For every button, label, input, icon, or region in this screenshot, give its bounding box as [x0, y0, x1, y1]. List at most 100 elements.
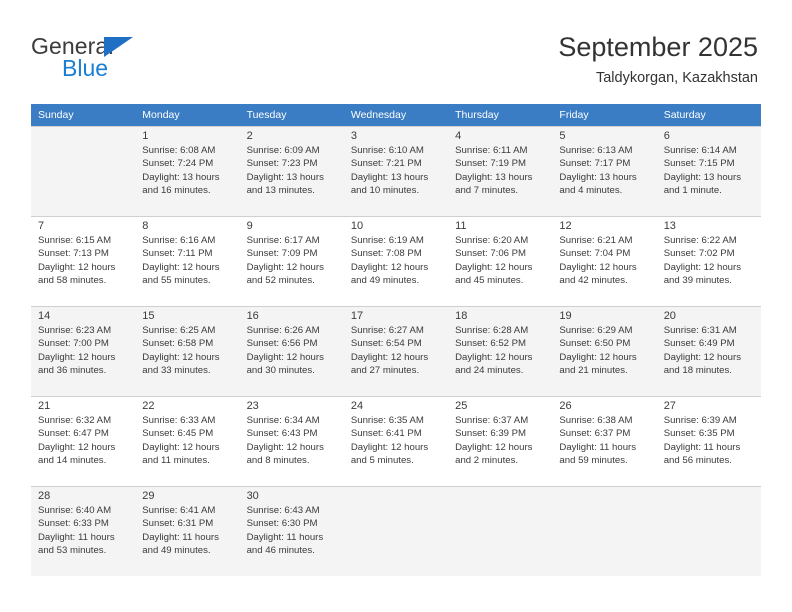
- calendar-day-cell[interactable]: 29 Sunrise: 6:41 AM Sunset: 6:31 PM Dayligh…: [135, 486, 240, 576]
- daylight-text: Daylight: 12 hours: [350, 351, 429, 363]
- sunset-text: Sunset: 7:23 PM: [246, 158, 318, 170]
- sunrise-sunset-calendar: Sunday Monday Tuesday Wednesday Thursday…: [31, 104, 761, 576]
- day-number: 7: [38, 220, 45, 232]
- sunrise-text: Sunrise: 6:31 AM: [663, 325, 737, 336]
- calendar-day-cell[interactable]: 12 Sunrise: 6:21 AM Sunset: 7:04 PM Dayligh…: [552, 216, 657, 306]
- daylight-text: and 10 minutes.: [350, 184, 420, 196]
- calendar-day-cell-empty: [552, 486, 657, 576]
- weekday-header-friday: Friday: [552, 104, 657, 126]
- day-cell-content: 12 Sunrise: 6:21 AM Sunset: 7:04 PM Dayligh…: [552, 216, 657, 306]
- sunrise-text: Sunrise: 6:28 AM: [455, 325, 529, 336]
- calendar-day-cell[interactable]: 23 Sunrise: 6:34 AM Sunset: 6:43 PM Dayligh…: [239, 396, 344, 486]
- day-cell-content: 28 Sunrise: 6:40 AM Sunset: 6:33 PM Dayligh…: [31, 486, 136, 576]
- sunrise-text: Sunrise: 6:21 AM: [559, 235, 633, 246]
- daylight-text: and 11 minutes.: [142, 454, 210, 466]
- calendar-day-cell[interactable]: 1 Sunrise: 6:08 AM Sunset: 7:24 PM Daylight…: [135, 126, 240, 216]
- day-number: 30: [246, 490, 259, 502]
- day-number: 9: [246, 220, 253, 232]
- calendar-day-cell[interactable]: 27 Sunrise: 6:39 AM Sunset: 6:35 PM Dayligh…: [656, 396, 761, 486]
- day-cell-content: [343, 486, 449, 576]
- day-cell-content: 17 Sunrise: 6:27 AM Sunset: 6:54 PM Dayligh…: [343, 306, 449, 396]
- calendar-day-cell[interactable]: 16 Sunrise: 6:26 AM Sunset: 6:56 PM Dayligh…: [239, 306, 344, 396]
- daylight-text: and 49 minutes.: [350, 274, 420, 286]
- sunset-text: Sunset: 7:04 PM: [559, 248, 631, 260]
- day-cell-content: 7 Sunrise: 6:15 AM Sunset: 7:13 PM Daylight…: [31, 216, 136, 306]
- calendar-day-cell[interactable]: 28 Sunrise: 6:40 AM Sunset: 6:33 PM Dayligh…: [31, 486, 136, 576]
- calendar-week-row: 21 Sunrise: 6:32 AM Sunset: 6:47 PM Dayligh…: [31, 396, 761, 486]
- sunset-text: Sunset: 7:19 PM: [455, 158, 527, 170]
- day-number: 16: [246, 310, 259, 322]
- day-number: 21: [38, 400, 51, 412]
- daylight-text: and 58 minutes.: [38, 274, 107, 286]
- calendar-day-cell[interactable]: 7 Sunrise: 6:15 AM Sunset: 7:13 PM Daylight…: [31, 216, 136, 306]
- daylight-text: and 39 minutes.: [663, 274, 732, 286]
- calendar-day-cell[interactable]: 18 Sunrise: 6:28 AM Sunset: 6:52 PM Dayligh…: [448, 306, 553, 396]
- sunrise-text: Sunrise: 6:26 AM: [246, 325, 320, 336]
- calendar-day-cell[interactable]: 8 Sunrise: 6:16 AM Sunset: 7:11 PM Daylight…: [135, 216, 240, 306]
- generalblue-logo: General Blue: [31, 33, 231, 89]
- daylight-text: Daylight: 12 hours: [38, 441, 116, 453]
- sunrise-text: Sunrise: 6:34 AM: [246, 415, 320, 426]
- daylight-text: and 59 minutes.: [559, 454, 628, 466]
- daylight-text: Daylight: 12 hours: [559, 351, 637, 363]
- daylight-text: and 14 minutes.: [38, 454, 107, 466]
- calendar-day-cell[interactable]: 17 Sunrise: 6:27 AM Sunset: 6:54 PM Dayligh…: [343, 306, 449, 396]
- day-number: 19: [559, 310, 572, 322]
- calendar-day-cell[interactable]: 22 Sunrise: 6:33 AM Sunset: 6:45 PM Dayligh…: [135, 396, 240, 486]
- calendar-day-cell[interactable]: 13 Sunrise: 6:22 AM Sunset: 7:02 PM Dayligh…: [656, 216, 761, 306]
- day-number: 23: [246, 400, 259, 412]
- sunrise-text: Sunrise: 6:20 AM: [455, 235, 529, 246]
- daylight-text: Daylight: 12 hours: [663, 351, 742, 363]
- calendar-day-cell[interactable]: 30 Sunrise: 6:43 AM Sunset: 6:30 PM Dayligh…: [239, 486, 344, 576]
- daylight-text: Daylight: 13 hours: [663, 171, 742, 183]
- sunset-text: Sunset: 6:37 PM: [559, 428, 631, 440]
- day-number: 29: [142, 490, 155, 502]
- daylight-text: and 45 minutes.: [455, 274, 524, 286]
- sunset-text: Sunset: 6:45 PM: [142, 428, 214, 440]
- daylight-text: Daylight: 12 hours: [455, 351, 533, 363]
- sunset-text: Sunset: 7:15 PM: [663, 158, 735, 170]
- calendar-week-row: 28 Sunrise: 6:40 AM Sunset: 6:33 PM Dayligh…: [31, 486, 761, 576]
- daylight-text: and 36 minutes.: [38, 364, 107, 376]
- daylight-text: Daylight: 12 hours: [142, 351, 220, 363]
- calendar-week-row: 1 Sunrise: 6:08 AM Sunset: 7:24 PM Daylight…: [31, 126, 761, 216]
- calendar-day-cell[interactable]: 21 Sunrise: 6:32 AM Sunset: 6:47 PM Dayligh…: [31, 396, 136, 486]
- calendar-day-cell[interactable]: 6 Sunrise: 6:14 AM Sunset: 7:15 PM Daylight…: [656, 126, 761, 216]
- calendar-day-cell[interactable]: 15 Sunrise: 6:25 AM Sunset: 6:58 PM Dayligh…: [135, 306, 240, 396]
- calendar-day-cell[interactable]: 26 Sunrise: 6:38 AM Sunset: 6:37 PM Dayligh…: [552, 396, 657, 486]
- day-number: [38, 129, 131, 144]
- day-cell-content: 6 Sunrise: 6:14 AM Sunset: 7:15 PM Daylight…: [656, 126, 761, 216]
- calendar-day-cell[interactable]: 11 Sunrise: 6:20 AM Sunset: 7:06 PM Dayligh…: [448, 216, 553, 306]
- sunrise-text: Sunrise: 6:40 AM: [38, 505, 112, 516]
- calendar-day-cell-empty: [448, 486, 553, 576]
- daylight-text: Daylight: 12 hours: [246, 261, 324, 273]
- daylight-text: Daylight: 13 hours: [559, 171, 637, 183]
- day-number: 17: [350, 310, 364, 322]
- sunset-text: Sunset: 6:50 PM: [559, 338, 631, 350]
- calendar-day-cell[interactable]: 10 Sunrise: 6:19 AM Sunset: 7:08 PM Dayligh…: [343, 216, 449, 306]
- calendar-day-cell[interactable]: 4 Sunrise: 6:11 AM Sunset: 7:19 PM Daylight…: [448, 126, 553, 216]
- sunset-text: Sunset: 6:47 PM: [38, 428, 109, 440]
- calendar-day-cell[interactable]: 3 Sunrise: 6:10 AM Sunset: 7:21 PM Daylight…: [343, 126, 449, 216]
- calendar-day-cell[interactable]: 5 Sunrise: 6:13 AM Sunset: 7:17 PM Daylight…: [552, 126, 657, 216]
- calendar-day-cell[interactable]: 14 Sunrise: 6:23 AM Sunset: 7:00 PM Dayligh…: [31, 306, 136, 396]
- day-cell-content: 8 Sunrise: 6:16 AM Sunset: 7:11 PM Daylight…: [135, 216, 240, 306]
- sunrise-text: Sunrise: 6:27 AM: [350, 325, 424, 336]
- calendar-day-cell-empty: [656, 486, 761, 576]
- calendar-day-cell[interactable]: 24 Sunrise: 6:35 AM Sunset: 6:41 PM Dayligh…: [343, 396, 449, 486]
- daylight-text: Daylight: 11 hours: [559, 441, 637, 453]
- calendar-header-row: Sunday Monday Tuesday Wednesday Thursday…: [31, 104, 761, 126]
- sunset-text: Sunset: 7:09 PM: [246, 248, 318, 260]
- daylight-text: Daylight: 12 hours: [350, 441, 429, 453]
- daylight-text: and 46 minutes.: [246, 544, 315, 556]
- calendar-day-cell[interactable]: 19 Sunrise: 6:29 AM Sunset: 6:50 PM Dayligh…: [552, 306, 657, 396]
- day-number: 3: [350, 130, 357, 142]
- day-number: [664, 489, 757, 504]
- daylight-text: and 42 minutes.: [559, 274, 628, 286]
- sunset-text: Sunset: 6:41 PM: [350, 428, 422, 440]
- weekday-header-tuesday: Tuesday: [239, 104, 344, 126]
- calendar-day-cell[interactable]: 20 Sunrise: 6:31 AM Sunset: 6:49 PM Dayligh…: [656, 306, 761, 396]
- calendar-day-cell[interactable]: 25 Sunrise: 6:37 AM Sunset: 6:39 PM Dayligh…: [448, 396, 553, 486]
- calendar-day-cell[interactable]: 9 Sunrise: 6:17 AM Sunset: 7:09 PM Daylight…: [239, 216, 344, 306]
- calendar-day-cell[interactable]: 2 Sunrise: 6:09 AM Sunset: 7:23 PM Daylight…: [239, 126, 344, 216]
